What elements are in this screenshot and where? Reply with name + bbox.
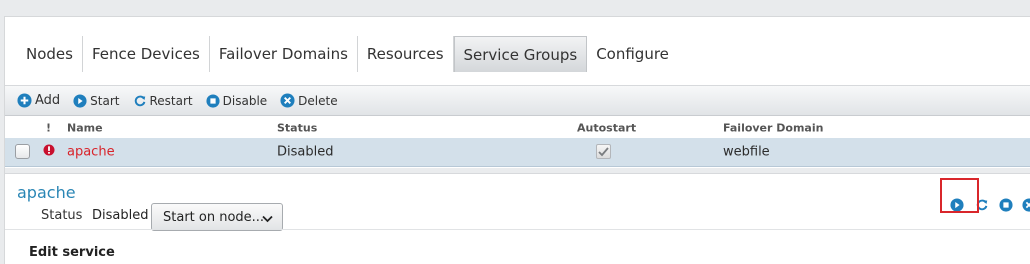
failover-domain-value: webfile [723,144,770,160]
disable-service-icon[interactable] [999,198,1013,212]
disable-label: Disable [222,93,268,108]
tab-service-groups[interactable]: Service Groups [453,36,588,72]
header-status-icon: ! [46,121,52,134]
start-label: Start [90,93,120,108]
checkmark-icon [598,146,609,156]
start-on-node-dropdown[interactable]: Start on node... [151,203,283,231]
add-button[interactable]: Add [17,93,60,108]
main-tabs: Nodes Fence Devices Failover Domains Res… [17,36,678,72]
cluster-service-groups-page: Nodes Fence Devices Failover Domains Res… [4,16,1030,264]
start-on-node-label: Start on node... [163,209,265,225]
table-row[interactable]: apache Disabled webfile [5,138,1030,167]
tab-configure[interactable]: Configure [587,36,678,72]
delete-label: Delete [298,93,338,108]
delete-button[interactable]: Delete [280,93,338,108]
tab-fence-devices[interactable]: Fence Devices [83,36,210,72]
stop-icon [206,93,220,108]
status-label: Status [41,208,83,223]
row-select-checkbox[interactable] [15,144,30,159]
status-value: Disabled [92,208,149,223]
service-detail-title: apache [17,183,76,202]
edit-divider [5,229,1030,230]
chevron-down-icon [262,212,273,227]
header-name[interactable]: Name [67,121,103,134]
add-icon [17,93,32,108]
service-status: Disabled [277,144,334,160]
autostart-checkbox [596,144,611,159]
grid-header: ! Name Status Autostart Failover Domain [5,117,1030,138]
header-failover-domain[interactable]: Failover Domain [723,121,823,134]
header-status[interactable]: Status [277,121,317,134]
service-toolbar: Add Start Restart Disable Delete [5,85,1030,116]
service-name-link[interactable]: apache [67,145,115,160]
edit-service-heading: Edit service [29,245,115,260]
tab-failover-domains[interactable]: Failover Domains [210,36,358,72]
error-icon [43,144,55,160]
section-divider [5,168,1030,174]
disable-button[interactable]: Disable [206,93,268,108]
start-button[interactable]: Start [73,93,120,108]
add-label: Add [35,93,61,108]
tab-nodes[interactable]: Nodes [17,36,83,72]
restart-icon [133,94,147,108]
play-icon [73,93,87,108]
delete-icon [280,93,295,108]
highlight-annotation [940,178,979,213]
tab-resources[interactable]: Resources [358,36,454,72]
restart-label: Restart [149,93,193,108]
delete-service-icon[interactable] [1022,198,1030,212]
restart-button[interactable]: Restart [133,94,193,108]
header-autostart[interactable]: Autostart [577,121,636,134]
